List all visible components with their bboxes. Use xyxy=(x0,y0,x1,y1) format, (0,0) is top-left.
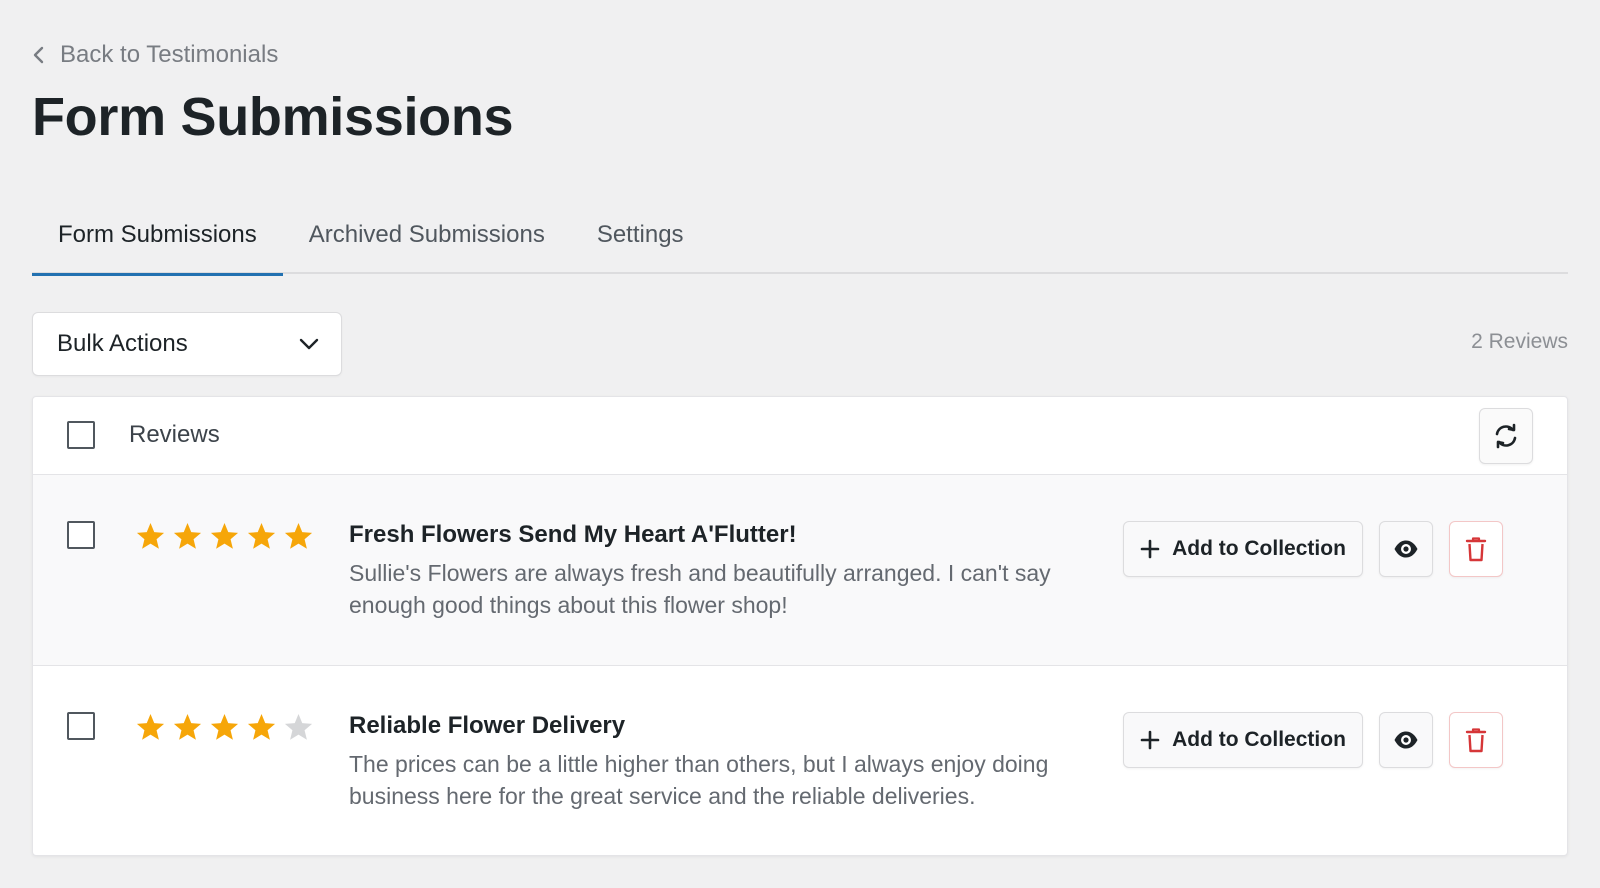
view-button[interactable] xyxy=(1379,712,1433,768)
review-count: 2 Reviews xyxy=(1471,330,1568,353)
tab-bar: Form Submissions Archived Submissions Se… xyxy=(32,196,1568,276)
row-checkbox[interactable] xyxy=(67,712,95,740)
delete-button[interactable] xyxy=(1449,712,1503,768)
reviews-table: Reviews Fresh Flowers Send My Heart A'Fl… xyxy=(32,396,1568,856)
row-checkbox[interactable] xyxy=(67,521,95,549)
star-filled-icon xyxy=(284,522,313,549)
page-title: Form Submissions xyxy=(32,87,514,147)
trash-icon xyxy=(1465,728,1487,753)
star-filled-icon xyxy=(247,522,276,549)
table-header: Reviews xyxy=(33,397,1567,475)
refresh-icon xyxy=(1495,423,1517,449)
add-to-collection-label: Add to Collection xyxy=(1172,537,1346,560)
reviews-header-label: Reviews xyxy=(129,421,220,448)
plus-icon xyxy=(1140,539,1160,559)
bulk-actions-label: Bulk Actions xyxy=(57,330,188,357)
chevron-left-icon xyxy=(33,46,44,64)
star-filled-icon xyxy=(173,713,202,740)
eye-icon xyxy=(1394,540,1418,558)
plus-icon xyxy=(1140,730,1160,750)
back-to-testimonials-link[interactable]: Back to Testimonials xyxy=(32,40,278,70)
add-to-collection-button[interactable]: Add to Collection xyxy=(1123,521,1363,577)
select-all-checkbox[interactable] xyxy=(67,421,95,449)
review-body: The prices can be a little higher than o… xyxy=(349,751,1049,809)
star-filled-icon xyxy=(210,713,239,740)
review-body: Sullie's Flowers are always fresh and be… xyxy=(349,560,1051,618)
star-filled-icon xyxy=(136,522,165,549)
add-to-collection-label: Add to Collection xyxy=(1172,728,1346,751)
star-rating xyxy=(135,521,314,552)
star-filled-icon xyxy=(136,713,165,740)
refresh-button[interactable] xyxy=(1479,408,1533,464)
star-empty-icon xyxy=(284,713,313,740)
star-rating xyxy=(135,712,314,743)
table-row: Fresh Flowers Send My Heart A'Flutter! S… xyxy=(33,475,1567,666)
star-filled-icon xyxy=(173,522,202,549)
delete-button[interactable] xyxy=(1449,521,1503,577)
add-to-collection-button[interactable]: Add to Collection xyxy=(1123,712,1363,768)
back-link-label: Back to Testimonials xyxy=(60,41,279,68)
star-filled-icon xyxy=(210,522,239,549)
bulk-actions-select[interactable]: Bulk Actions xyxy=(32,312,342,376)
tab-form-submissions[interactable]: Form Submissions xyxy=(32,196,283,276)
tab-settings[interactable]: Settings xyxy=(571,196,710,274)
table-row: Reliable Flower Delivery The prices can … xyxy=(33,666,1567,855)
star-filled-icon xyxy=(247,713,276,740)
chevron-down-icon xyxy=(299,338,319,350)
trash-icon xyxy=(1465,537,1487,562)
review-title: Reliable Flower Delivery xyxy=(349,712,626,739)
eye-icon xyxy=(1394,731,1418,749)
view-button[interactable] xyxy=(1379,521,1433,577)
review-title: Fresh Flowers Send My Heart A'Flutter! xyxy=(349,521,797,548)
tab-archived-submissions[interactable]: Archived Submissions xyxy=(283,196,571,274)
